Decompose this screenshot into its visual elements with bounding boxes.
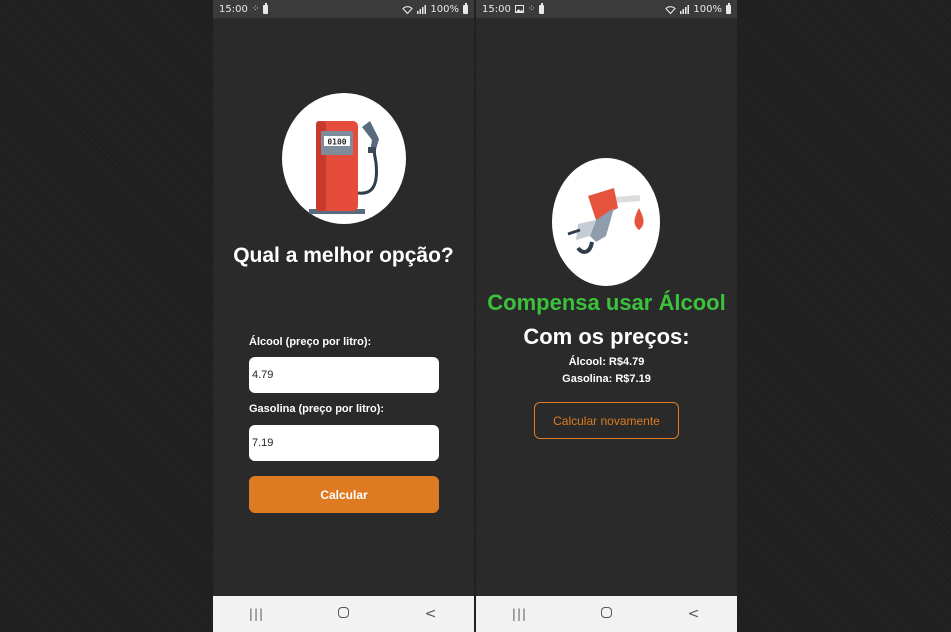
recent-apps-button[interactable]: ||| [500, 607, 540, 621]
image-icon [514, 5, 524, 13]
navigation-bar: ||| < [213, 596, 474, 632]
battery-saver-icon [539, 2, 545, 14]
wifi-icon [402, 5, 414, 14]
result-title: Compensa usar Álcool [487, 290, 726, 315]
navigation-bar: ||| < [476, 596, 737, 632]
alcool-price-text: Álcool: R$4.79 [568, 356, 645, 368]
status-time: 15:00 [219, 3, 248, 15]
calculator-screen: 15:00 ⁘ 100% 0100 Qual a melhor opção? Á… [213, 0, 474, 632]
back-button[interactable]: < [411, 606, 451, 622]
home-button[interactable] [587, 606, 627, 622]
battery-icon [463, 2, 468, 14]
grid-icon: ⁘ [251, 4, 260, 14]
fuel-nozzle-icon [552, 158, 660, 286]
wifi-icon [665, 5, 677, 14]
prices-heading: Com os preços: [523, 324, 690, 349]
alcool-label: Álcool (preço por litro): [249, 336, 372, 348]
home-icon [338, 607, 349, 618]
status-bar: 15:00 ⁘ 100% [213, 0, 474, 18]
back-button[interactable]: < [674, 606, 714, 622]
result-screen: 15:00 ⁘ 100% Compensa usar Álcool Com os… [476, 0, 737, 632]
gasolina-label: Gasolina (preço por litro): [249, 403, 385, 415]
svg-text:0100: 0100 [327, 138, 346, 147]
home-button[interactable] [324, 606, 364, 622]
battery-icon [726, 2, 731, 14]
fuel-pump-icon: 0100 [282, 93, 406, 224]
gasolina-price-input[interactable] [249, 425, 439, 461]
battery-saver-icon [263, 2, 269, 14]
calcular-novamente-button[interactable]: Calcular novamente [534, 402, 679, 439]
page-title: Qual a melhor opção? [233, 244, 454, 267]
home-icon [601, 607, 612, 618]
grid-icon: ⁘ [527, 4, 536, 14]
battery-percentage: 100% [430, 3, 459, 15]
calcular-button[interactable]: Calcular [249, 476, 439, 513]
recent-apps-button[interactable]: ||| [237, 607, 277, 621]
battery-percentage: 100% [693, 3, 722, 15]
signal-icon [680, 4, 690, 14]
gasolina-price-text: Gasolina: R$7.19 [562, 373, 651, 385]
signal-icon [417, 4, 427, 14]
status-bar: 15:00 ⁘ 100% [476, 0, 737, 18]
status-time: 15:00 [482, 3, 511, 15]
alcool-price-input[interactable] [249, 357, 439, 393]
